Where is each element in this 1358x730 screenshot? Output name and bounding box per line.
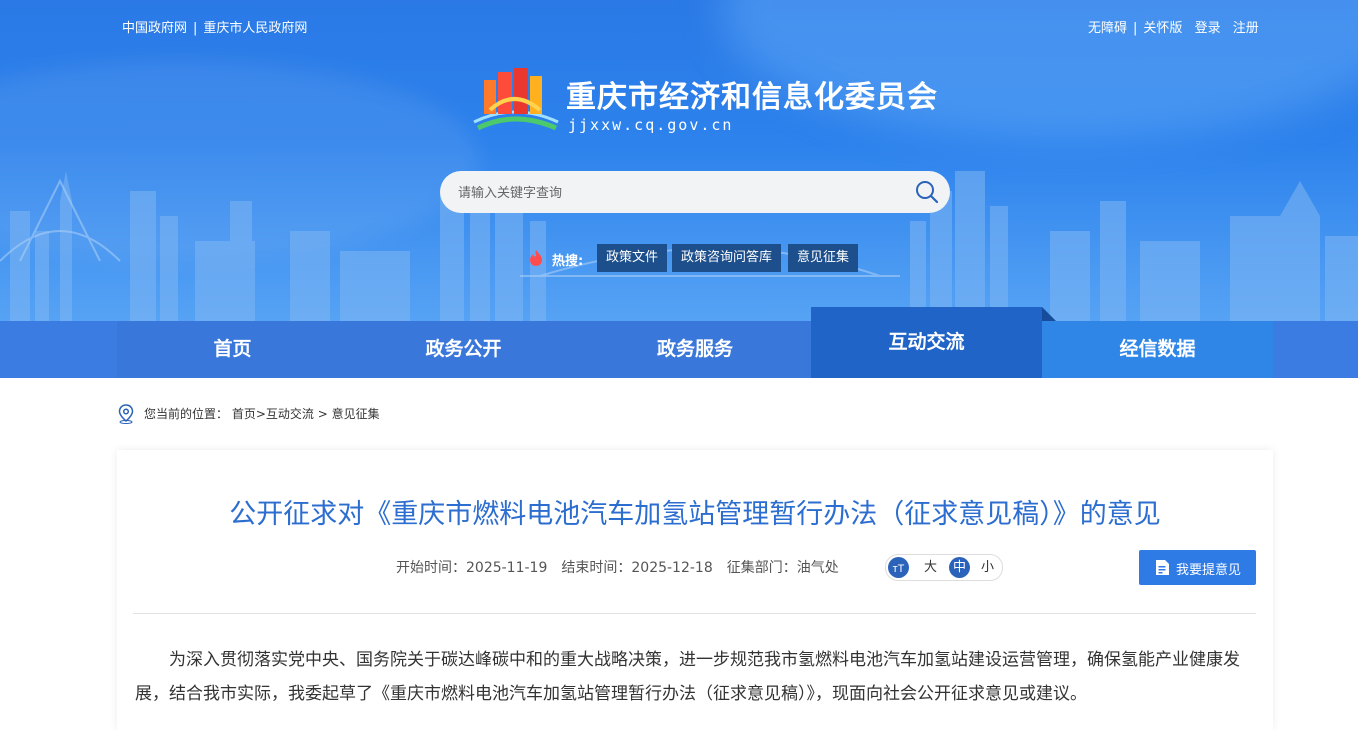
link-register[interactable]: 注册 [1233,21,1259,36]
flame-icon [530,250,542,266]
link-accessibility[interactable]: 无障碍 [1088,21,1127,36]
search-input[interactable] [456,180,900,206]
end-date: 结束时间：2025-12-18 [561,560,713,576]
nav-item-interaction[interactable]: 互动交流 [811,307,1042,378]
hot-tag-policy-docs[interactable]: 政策文件 [597,244,668,272]
submit-opinion-button[interactable]: 我要提意见 [1139,550,1256,585]
font-size-icon: тT [888,557,909,578]
breadcrumb-separator: > [255,407,266,421]
top-utility-bar: 中国政府网 | 重庆市人民政府网 无障碍 | 关怀版 登录 注册 [122,21,1259,36]
header-banner: 中国政府网 | 重庆市人民政府网 无障碍 | 关怀版 登录 注册 重庆市经济和信息化委员… [0,0,1358,321]
document-edit-icon [1156,560,1169,575]
site-domain: jjxxw.cq.gov.cn [568,116,734,134]
content-divider [133,613,1256,614]
nav-active-fold [1042,307,1056,321]
link-login[interactable]: 登录 [1195,21,1221,36]
nav-item-gov-services[interactable]: 政务服务 [579,321,811,378]
hot-search-label: 热搜: [552,254,584,269]
breadcrumb-home[interactable]: 首页 [232,407,256,421]
article-paragraph: 为深入贯彻落实党中央、国务院关于碳达峰碳中和的重大战略决策，进一步规范我市氢燃料… [135,650,1240,704]
breadcrumb-opinion-collection[interactable]: 意见征集 [332,407,380,421]
article-card: 公开征求对《重庆市燃料电池汽车加氢站管理暂行办法（征求意见稿）》的意见 开始时间… [117,450,1273,730]
breadcrumb-prefix: 您当前的位置： [144,407,229,421]
font-size-small[interactable]: 小 [977,557,998,578]
nav-item-economic-data[interactable]: 经信数据 [1042,321,1273,378]
svg-text:тT: тT [893,563,905,575]
nav-item-home[interactable]: 首页 [117,321,348,378]
start-date: 开始时间：2025-11-19 [396,560,548,576]
article-body: 为深入贯彻落实党中央、国务院关于碳达峰碳中和的重大战略决策，进一步规范我市氢燃料… [135,643,1259,711]
font-size-switcher: тT 大 中 小 [885,554,1003,581]
hot-tag-opinion-collection[interactable]: 意见征集 [788,244,859,272]
collecting-department: 征集部门：油气处 [726,560,839,576]
article-meta: 开始时间：2025-11-19 结束时间：2025-12-18 征集部门：油气处 [396,557,853,577]
search-icon[interactable] [914,179,940,205]
main-nav: 首页 政务公开 政务服务 互动交流 经信数据 [0,307,1358,378]
link-chongqing-gov[interactable]: 重庆市人民政府网 [203,21,307,36]
font-size-medium[interactable]: 中 [949,557,970,578]
hot-tag-policy-qa[interactable]: 政策咨询问答库 [672,244,782,272]
breadcrumb-separator: > [317,407,328,421]
site-title: 重庆市经济和信息化委员会 [566,80,938,115]
site-logo-icon[interactable] [470,66,560,136]
nav-item-gov-affairs-open[interactable]: 政务公开 [348,321,579,378]
link-care-mode[interactable]: 关怀版 [1143,21,1182,36]
font-size-large[interactable]: 大 [920,557,941,578]
link-china-gov[interactable]: 中国政府网 [122,21,187,36]
breadcrumb-interaction[interactable]: 互动交流 [266,407,314,421]
submit-opinion-label: 我要提意见 [1176,563,1242,578]
article-title: 公开征求对《重庆市燃料电池汽车加氢站管理暂行办法（征求意见稿）》的意见 [229,499,1161,530]
location-pin-icon [118,404,134,424]
search-box [440,171,950,213]
